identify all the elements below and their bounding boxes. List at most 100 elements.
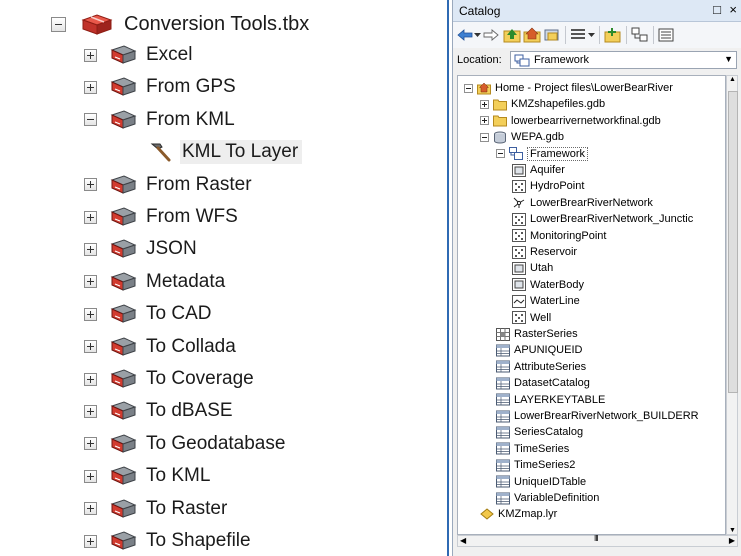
- feature-dataset-icon: [514, 54, 530, 66]
- tree-item[interactable]: RasterSeries: [496, 326, 578, 342]
- tree-item-label: WEPA.gdb: [511, 131, 564, 144]
- toolset-row[interactable]: To dBASE: [84, 396, 233, 426]
- catalog-window: Catalog □ × Location: Framework ▼ Home -…: [452, 0, 741, 556]
- toolset-label: To KML: [146, 465, 211, 487]
- toolset-row[interactable]: To Geodatabase: [84, 429, 285, 459]
- polygon-fc-icon: [512, 278, 526, 292]
- tree-item[interactable]: TimeSeries: [496, 441, 569, 457]
- toolset-row[interactable]: From KML: [84, 105, 235, 135]
- expand-icon[interactable]: [84, 242, 97, 256]
- toolset-row[interactable]: To CAD: [84, 299, 211, 329]
- expand-icon[interactable]: [84, 437, 97, 451]
- view-options-icon[interactable]: [570, 26, 586, 44]
- tree-item[interactable]: lowerbearrivernetworkfinal.gdb: [480, 113, 661, 129]
- expand-icon[interactable]: [84, 340, 97, 354]
- up-one-level-icon[interactable]: [503, 26, 521, 44]
- toolset-row[interactable]: To Collada: [84, 332, 236, 362]
- expand-icon[interactable]: [84, 404, 97, 418]
- tree-item[interactable]: WEPA.gdb: [480, 129, 564, 145]
- table-icon: [496, 492, 510, 504]
- expand-icon[interactable]: [84, 275, 97, 289]
- tree-item[interactable]: WaterLine: [512, 293, 580, 309]
- expand-icon[interactable]: [84, 178, 97, 192]
- tree-item[interactable]: TimeSeries2: [496, 457, 575, 473]
- forward-arrow-icon[interactable]: [483, 26, 499, 44]
- back-arrow-icon[interactable]: [457, 26, 473, 44]
- tree-item-label: LowerBrearRiverNetwork_Junctic: [530, 213, 694, 226]
- connect-folder-icon[interactable]: [543, 26, 561, 44]
- tool-row[interactable]: KML To Layer: [148, 137, 303, 167]
- expand-icon[interactable]: [84, 307, 97, 321]
- expand-icon[interactable]: [480, 116, 489, 126]
- tree-item[interactable]: VariableDefinition: [496, 490, 599, 506]
- close-icon[interactable]: ×: [729, 2, 737, 17]
- tree-item[interactable]: KMZshapefiles.gdb: [480, 96, 605, 112]
- tree-item[interactable]: WaterBody: [512, 277, 584, 293]
- toolset-row[interactable]: From WFS: [84, 202, 238, 232]
- tree-item[interactable]: AttributeSeries: [496, 359, 586, 375]
- expand-icon[interactable]: [84, 48, 97, 62]
- tree-item[interactable]: LowerBrearRiverNetwork_BUILDERR: [496, 408, 699, 424]
- vertical-scrollbar[interactable]: ▲ ▼: [726, 75, 738, 535]
- expand-icon[interactable]: [84, 502, 97, 516]
- tree-item[interactable]: LAYERKEYTABLE: [496, 392, 605, 408]
- toggle-contents-icon[interactable]: [631, 26, 649, 44]
- toolbox-row[interactable]: Conversion Tools.tbx: [51, 9, 309, 39]
- tree-item[interactable]: MonitoringPoint: [512, 228, 606, 244]
- expand-icon[interactable]: [84, 210, 97, 224]
- expand-icon[interactable]: [84, 80, 97, 94]
- tree-item[interactable]: Home - Project files\LowerBearRiver: [464, 80, 673, 96]
- collapse-icon[interactable]: [84, 113, 97, 127]
- scroll-right-icon[interactable]: ▶: [729, 536, 735, 545]
- collapse-icon[interactable]: [480, 132, 489, 142]
- catalog-title-bar[interactable]: Catalog □ ×: [453, 0, 741, 22]
- tree-item[interactable]: LowerBrearRiverNetwork_Junctic: [512, 211, 693, 227]
- scroll-down-icon[interactable]: ▼: [729, 527, 736, 534]
- options-icon[interactable]: [658, 26, 674, 44]
- tree-item[interactable]: Aquifer: [512, 162, 565, 178]
- tree-item[interactable]: Reservoir: [512, 244, 577, 260]
- tree-item[interactable]: Framework: [496, 146, 589, 162]
- expand-icon[interactable]: [84, 534, 97, 548]
- collapse-icon[interactable]: [464, 83, 473, 93]
- tree-item[interactable]: LowerBrearRiverNetwork: [512, 195, 653, 211]
- toolset-row[interactable]: From Raster: [84, 170, 252, 200]
- tree-item[interactable]: HydroPoint: [512, 178, 584, 194]
- toolset-row[interactable]: Excel: [84, 40, 192, 70]
- toolset-label: To Shapefile: [146, 530, 251, 551]
- tree-item-label: APUNIQUEID: [514, 344, 583, 357]
- view-dropdown-icon[interactable]: [587, 26, 595, 44]
- dock-icon[interactable]: □: [713, 2, 721, 17]
- toolset-icon: [110, 45, 137, 64]
- tree-item-label: Aquifer: [530, 164, 565, 176]
- tree-item[interactable]: SeriesCatalog: [496, 424, 583, 440]
- back-dropdown-icon[interactable]: [473, 26, 481, 44]
- chevron-down-icon[interactable]: ▼: [724, 54, 733, 64]
- tree-item[interactable]: APUNIQUEID: [496, 342, 582, 358]
- tree-item[interactable]: Utah: [512, 260, 553, 276]
- toolset-row[interactable]: JSON: [84, 234, 197, 264]
- home-icon[interactable]: [523, 26, 541, 44]
- tree-item[interactable]: DatasetCatalog: [496, 375, 590, 391]
- expand-icon[interactable]: [84, 372, 97, 386]
- location-combobox[interactable]: Framework ▼: [510, 51, 737, 69]
- collapse-icon[interactable]: [496, 149, 505, 159]
- tree-item[interactable]: UniqueIDTable: [496, 474, 586, 490]
- new-item-icon[interactable]: [604, 26, 622, 44]
- scroll-thumb[interactable]: [728, 91, 738, 393]
- toolset-row[interactable]: From GPS: [84, 72, 236, 102]
- expand-icon[interactable]: [84, 469, 97, 483]
- toolset-row[interactable]: To Shapefile: [84, 526, 251, 556]
- toolset-row[interactable]: To Coverage: [84, 364, 254, 394]
- toolset-row[interactable]: To Raster: [84, 494, 227, 524]
- toolset-row[interactable]: To KML: [84, 461, 210, 491]
- tree-item[interactable]: Well: [512, 310, 551, 326]
- horizontal-scrollbar[interactable]: ◀ III ▶: [457, 534, 738, 547]
- expand-icon[interactable]: [480, 99, 489, 109]
- scroll-left-icon[interactable]: ◀: [460, 536, 466, 545]
- scroll-up-icon[interactable]: ▲: [729, 76, 736, 83]
- collapse-icon[interactable]: [51, 16, 66, 32]
- tree-item[interactable]: KMZmap.lyr: [480, 506, 557, 522]
- toolset-icon: [110, 466, 137, 485]
- toolset-row[interactable]: Metadata: [84, 267, 225, 297]
